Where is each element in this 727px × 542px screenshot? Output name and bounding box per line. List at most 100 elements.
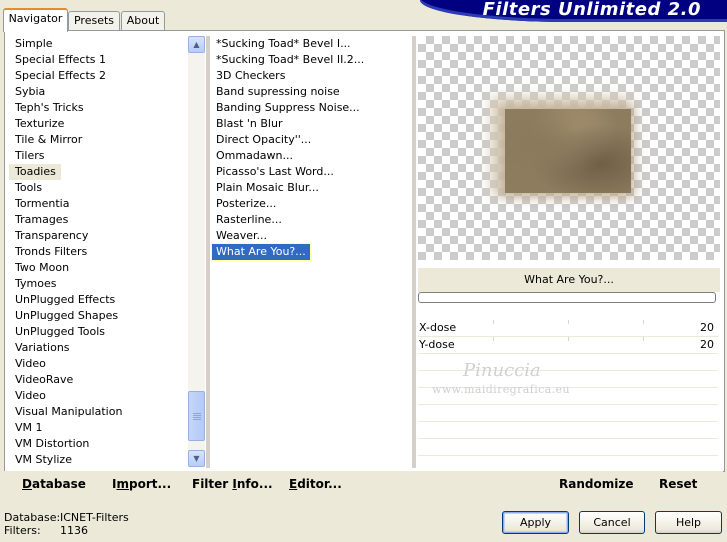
category-item[interactable]: Transparency [9,228,197,244]
import-button[interactable]: Import... [112,471,171,497]
category-item[interactable]: VM 1 [9,420,197,436]
category-item[interactable]: Special Effects 2 [9,68,197,84]
category-item[interactable]: Tools [9,180,197,196]
filter-item[interactable]: What Are You?... [211,243,410,261]
param-value: 20 [700,321,714,334]
action-bar: Database Import... Filter Info... Editor… [4,471,723,497]
empty-param-row [418,439,718,456]
preview-area [418,36,720,260]
category-item[interactable]: Tilers [9,148,197,164]
filter-item[interactable]: Posterize... [212,196,410,212]
category-item[interactable]: Visual Manipulation [9,404,197,420]
category-item[interactable]: Video [9,388,197,404]
category-item[interactable]: Video [9,356,197,372]
category-label: UnPlugged Effects [15,293,116,306]
filter-item[interactable]: Weaver... [212,228,410,244]
category-label: Tymoes [15,277,57,290]
category-label: VM Stylize [15,453,72,466]
category-item[interactable]: Tramages [9,212,197,228]
filter-label: Blast 'n Blur [216,117,283,130]
reset-button[interactable]: Reset [659,471,697,497]
current-filter-name: What Are You?... [418,268,720,292]
tab-about[interactable]: About [121,11,165,30]
category-label: Tronds Filters [15,245,88,258]
filter-list[interactable]: *Sucking Toad* Bevel I... *Sucking Toad* … [211,36,410,468]
category-label: Tilers [15,149,45,162]
filter-item[interactable]: Picasso's Last Word... [212,164,410,180]
category-label: Special Effects 1 [15,53,107,66]
preview-image [505,109,631,193]
randomize-button[interactable]: Randomize [559,471,633,497]
editor-button[interactable]: Editor... [289,471,342,497]
help-button[interactable]: Help [655,511,722,534]
database-button[interactable]: Database [22,471,86,497]
param-row[interactable]: X-dose 20 [418,320,718,337]
filter-label: Picasso's Last Word... [216,165,334,178]
category-item[interactable]: Teph's Tricks [9,100,197,116]
category-item[interactable]: UnPlugged Effects [9,292,197,308]
category-item[interactable]: Tronds Filters [9,244,197,260]
category-item[interactable]: Tymoes [9,276,197,292]
filter-item[interactable]: Direct Opacity''... [212,132,410,148]
database-label: Database: [4,511,61,524]
category-label: UnPlugged Tools [15,325,105,338]
category-item[interactable]: Tormentia [9,196,197,212]
category-item[interactable]: Toadies [9,164,197,180]
category-label: Two Moon [15,261,70,274]
category-item[interactable]: Two Moon [9,260,197,276]
empty-param-row [418,422,718,439]
watermark-url: www.maidiregrafica.eu [432,383,570,396]
category-item[interactable]: Special Effects 1 [9,52,197,68]
category-scrollbar[interactable]: ▲ ▼ [188,36,205,467]
filter-label: Banding Suppress Noise... [216,101,360,114]
param-label: Y-dose [419,338,455,351]
filter-item[interactable]: *Sucking Toad* Bevel II.2... [212,52,410,68]
tab-navigator[interactable]: Navigator [3,8,68,32]
scroll-up-button[interactable]: ▲ [188,36,205,53]
tab-presets[interactable]: Presets [68,11,120,30]
filter-item[interactable]: 3D Checkers [212,68,410,84]
category-item[interactable]: UnPlugged Tools [9,324,197,340]
scroll-thumb[interactable] [188,391,205,441]
category-list[interactable]: Simple Special Effects 1 Special Effects 2… [9,36,197,468]
filter-item[interactable]: Plain Mosaic Blur... [212,180,410,196]
empty-param-row [418,405,718,422]
category-label: Tools [15,181,43,194]
category-label: Variations [15,341,70,354]
filters-label: Filters: [4,524,41,537]
apply-button[interactable]: Apply [502,511,569,534]
filters-count: 1136 [60,524,88,537]
app-title: Filters Unlimited 2.0 [482,0,701,20]
parameter-list: X-dose 20 Y-dose 20 [418,320,718,473]
category-item[interactable]: Texturize [9,116,197,132]
scroll-down-button[interactable]: ▼ [188,450,205,467]
category-item[interactable]: VideoRave [9,372,197,388]
category-item[interactable]: Simple [9,36,197,52]
filter-item[interactable]: Blast 'n Blur [212,116,410,132]
category-item[interactable]: Variations [9,340,197,356]
filter-label: Rasterline... [216,213,282,226]
category-item[interactable]: UnPlugged Shapes [9,308,197,324]
category-item[interactable]: VM Stylize [9,452,197,468]
filter-label: Posterize... [216,197,277,210]
category-label: VM Distortion [15,437,90,450]
param-value: 20 [700,338,714,351]
filter-label: Direct Opacity''... [216,133,312,146]
category-item[interactable]: VM Distortion [9,436,197,452]
category-item[interactable]: Tile & Mirror [9,132,197,148]
filter-item[interactable]: Band supressing noise [212,84,410,100]
cancel-button[interactable]: Cancel [579,511,645,534]
filter-label: *Sucking Toad* Bevel I... [216,37,351,50]
filter-info-button[interactable]: Filter Info... [192,471,273,497]
filter-item[interactable]: *Sucking Toad* Bevel I... [212,36,410,52]
category-label: Sybia [15,85,46,98]
filter-item[interactable]: Banding Suppress Noise... [212,100,410,116]
param-row[interactable]: Y-dose 20 [418,337,718,354]
filter-item[interactable]: Ommadawn... [212,148,410,164]
filter-label: Ommadawn... [216,149,294,162]
category-label: Transparency [15,229,89,242]
category-item[interactable]: Sybia [9,84,197,100]
preview-divider [412,36,416,468]
category-label: VideoRave [15,373,74,386]
filter-item[interactable]: Rasterline... [212,212,410,228]
